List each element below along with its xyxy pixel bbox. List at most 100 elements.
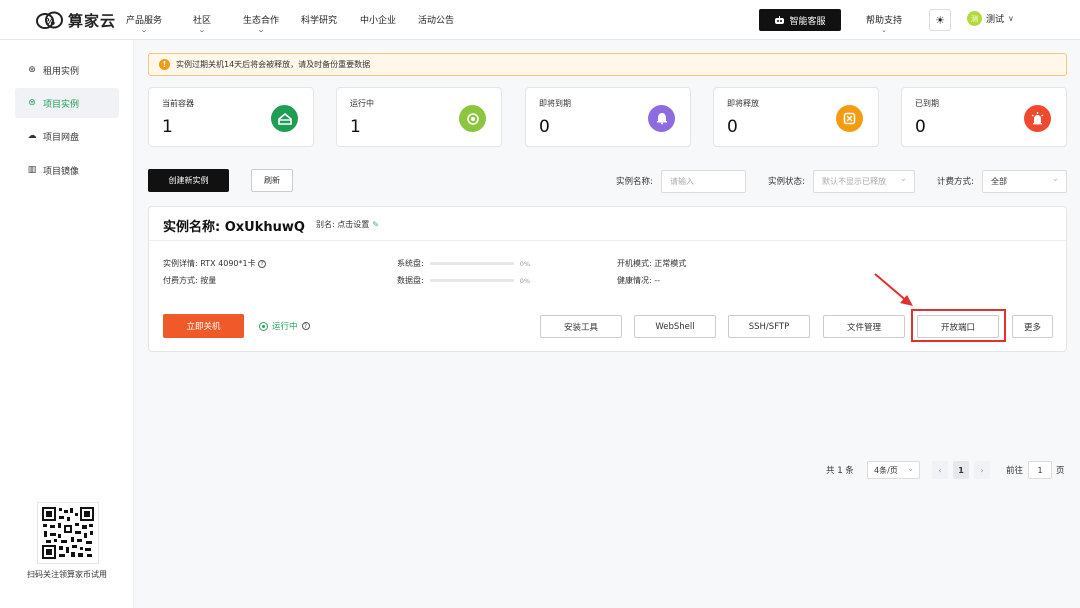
- billing-method-select[interactable]: 全部: [982, 170, 1067, 193]
- alias-setting[interactable]: 别名: 点击设置 ✎: [316, 219, 379, 230]
- nav-ecosystem[interactable]: 生态合作 ⌄: [243, 13, 280, 34]
- goto-label: 前往: [1006, 466, 1024, 476]
- page-size-select[interactable]: 4条/页 ⌄: [867, 461, 920, 479]
- release-icon: [836, 105, 863, 132]
- cloud-disk-icon: ☁: [27, 131, 37, 141]
- health-status: 健康情况: --: [617, 275, 660, 286]
- alarm-icon: [1024, 105, 1051, 132]
- robot-icon: [775, 15, 785, 24]
- stat-card-running: 运行中 1: [336, 87, 502, 147]
- ssh-sftp-button[interactable]: SSH/SFTP: [728, 315, 810, 338]
- stat-value: 0: [915, 117, 926, 137]
- goto-page-input[interactable]: 1: [1028, 461, 1052, 479]
- data-disk-bar: [429, 279, 514, 282]
- theme-toggle-button[interactable]: ☀: [929, 9, 951, 31]
- stat-value: 0: [539, 117, 550, 137]
- sidebar: ⊛ 租用实例 ⊜ 项目实例 ☁ 项目网盘 ▥ 项目镜像 扫码关注领算家币试用: [0, 40, 134, 608]
- running-status-icon: [259, 321, 268, 331]
- instance-card-header: 实例名称: OxUkhuwQ 别名: 点击设置 ✎: [149, 207, 1066, 241]
- help-support-label: 帮助支持: [866, 16, 903, 26]
- next-page-button[interactable]: ›: [974, 461, 990, 479]
- file-manager-button[interactable]: 文件管理: [823, 315, 905, 338]
- nav-ecosystem-label: 生态合作: [243, 16, 280, 26]
- nav-research-label: 科学研究: [301, 16, 338, 26]
- boot-mode: 开机模式: 正常模式: [617, 258, 686, 269]
- billing-value: 按量: [200, 276, 217, 285]
- stat-label: 即将释放: [727, 99, 759, 108]
- system-disk-label: 系统盘:: [397, 259, 424, 268]
- user-menu[interactable]: 测 测试 ∨: [967, 11, 1014, 26]
- sidebar-item-images[interactable]: ▥ 项目镜像: [15, 155, 119, 185]
- chevron-down-icon: ⌄: [139, 26, 149, 34]
- stat-value: 0: [727, 117, 738, 137]
- nav-sme[interactable]: 中小企业: [360, 13, 396, 26]
- system-disk-percent: 0%: [519, 259, 531, 268]
- boot-mode-value: 正常模式: [654, 259, 687, 268]
- edit-icon[interactable]: ✎: [372, 220, 379, 229]
- sidebar-item-label: 项目实例: [43, 99, 80, 110]
- detail-label: 实例详情:: [163, 259, 198, 268]
- nav-products-label: 产品服务: [126, 16, 163, 26]
- instance-state-placeholder: 默认不显示已释放: [822, 177, 886, 186]
- sun-icon: ☀: [935, 13, 945, 27]
- total-count: 共 1 条: [826, 466, 854, 476]
- chevron-down-icon: ∨: [1008, 14, 1014, 23]
- nav-products[interactable]: 产品服务 ⌄: [126, 13, 163, 34]
- install-tools-button[interactable]: 安装工具: [540, 315, 622, 338]
- sidebar-item-label: 项目镜像: [43, 166, 80, 177]
- data-disk-label: 数据盘:: [397, 276, 424, 285]
- highlight-box: [911, 309, 1006, 342]
- refresh-button[interactable]: 刷新: [251, 169, 293, 192]
- sidebar-item-label: 项目网盘: [43, 132, 80, 143]
- svg-text:%: %: [45, 17, 55, 28]
- health-value: --: [654, 276, 661, 285]
- image-icon: ▥: [27, 165, 37, 175]
- status-badge: 运行中 ?: [259, 320, 310, 332]
- smart-service-label: 智能客服: [789, 16, 826, 27]
- instance-icon: ⊜: [28, 98, 36, 108]
- help-icon[interactable]: ?: [301, 322, 310, 330]
- webshell-button[interactable]: WebShell: [634, 315, 716, 338]
- nav-events[interactable]: 活动公告: [418, 13, 454, 26]
- health-label: 健康情况:: [617, 276, 652, 285]
- detail-value: RTX 4090*1卡: [200, 259, 256, 268]
- brand-name: 算家云: [68, 11, 117, 30]
- chevron-down-icon: ⌄: [907, 464, 914, 473]
- chevron-down-icon: ⌄: [256, 26, 266, 34]
- qr-code: [37, 502, 99, 564]
- create-instance-button[interactable]: 创建新实例: [148, 169, 229, 192]
- sidebar-item-cloud-disk[interactable]: ☁ 项目网盘: [15, 121, 119, 151]
- chevron-left-icon: ‹: [938, 465, 942, 475]
- user-name: 测试: [986, 15, 1005, 25]
- rent-icon: ⊛: [28, 65, 36, 75]
- alias-text: 别名: 点击设置: [316, 220, 370, 229]
- instance-state-label: 实例状态:: [768, 177, 805, 187]
- system-disk-bar: [429, 262, 514, 265]
- stat-label: 已到期: [915, 99, 939, 108]
- page-size-value: 4条/页: [874, 465, 898, 475]
- stat-card-releasing: 即将释放 0: [713, 87, 879, 147]
- smart-service-button[interactable]: 智能客服: [759, 9, 841, 31]
- page-number-current[interactable]: 1: [953, 461, 969, 479]
- chevron-right-icon: ›: [980, 465, 984, 475]
- nav-research[interactable]: 科学研究: [301, 13, 337, 26]
- instance-title: 实例名称: OxUkhuwQ: [163, 220, 305, 235]
- container-icon: [271, 105, 298, 132]
- sidebar-item-rent[interactable]: ⊛ 租用实例: [15, 55, 119, 85]
- system-disk: 系统盘: 0%: [397, 258, 530, 269]
- brand-logo[interactable]: % 算家云: [36, 9, 116, 31]
- stat-label: 即将到期: [539, 99, 571, 108]
- instance-state-select[interactable]: 默认不显示已释放: [813, 170, 915, 193]
- more-button[interactable]: 更多: [1012, 315, 1053, 338]
- shutdown-button[interactable]: 立即关机: [163, 314, 244, 338]
- annotation-arrow-icon: [874, 273, 913, 306]
- nav-community[interactable]: 社区 ⌄: [193, 13, 211, 34]
- prev-page-button[interactable]: ‹: [932, 461, 948, 479]
- avatar: 测: [967, 11, 982, 26]
- help-icon[interactable]: ?: [258, 259, 267, 268]
- expiry-alert: ! 实例过期关机14天后将会被释放，请及时备份重要数据: [148, 53, 1067, 76]
- help-support-menu[interactable]: 帮助支持 ⌄: [866, 13, 903, 34]
- instance-name-input[interactable]: 请输入: [661, 170, 746, 193]
- sidebar-item-instances[interactable]: ⊜ 项目实例: [15, 88, 119, 118]
- qr-caption: 扫码关注领算家币试用: [27, 570, 107, 579]
